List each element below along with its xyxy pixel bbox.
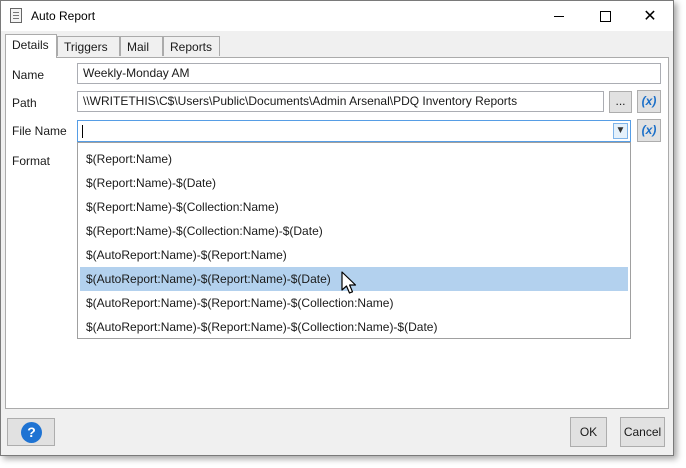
title-bar: Auto Report ✕ [1,1,673,31]
dropdown-option[interactable]: $(AutoReport:Name)-$(Report:Name)-$(Coll… [80,315,628,339]
dropdown-option[interactable]: $(Report:Name)-$(Collection:Name)-$(Date… [80,219,628,243]
cancel-button[interactable]: Cancel [620,417,665,447]
dropdown-option[interactable]: $(Report:Name) [80,147,628,171]
dropdown-option[interactable]: $(Report:Name)-$(Date) [80,171,628,195]
file-name-variable-button[interactable]: (x) [637,119,661,142]
window-title: Auto Report [31,9,96,23]
maximize-icon [599,10,611,22]
minimize-icon [554,15,564,17]
path-variable-button[interactable]: (x) [637,90,661,113]
path-field[interactable]: \\WRITETHIS\C$\Users\Public\Documents\Ad… [77,91,604,112]
name-label: Name [12,68,45,82]
close-icon: ✕ [643,8,657,25]
mouse-pointer-icon [341,271,357,294]
ok-button[interactable]: OK [570,417,607,447]
auto-report-dialog: Auto Report ✕ Details Triggers Mail Repo… [0,0,674,456]
text-caret [82,125,83,138]
help-button[interactable]: ? [7,418,55,446]
tab-triggers[interactable]: Triggers [57,36,120,56]
dialog-footer: ? OK Cancel [1,409,673,455]
chevron-down-icon[interactable]: ▼ [613,123,628,139]
tab-mail[interactable]: Mail [120,36,163,56]
file-name-combo[interactable]: ▼ [77,120,631,142]
dropdown-option[interactable]: $(Report:Name)-$(Collection:Name) [80,195,628,219]
tab-reports[interactable]: Reports [163,36,220,56]
document-icon [10,8,22,23]
dropdown-option[interactable]: $(AutoReport:Name)-$(Report:Name) [80,243,628,267]
tab-details[interactable]: Details [5,34,57,58]
format-label: Format [12,154,51,168]
file-name-label: File Name [12,124,67,138]
path-label: Path [12,96,37,110]
help-icon: ? [21,422,42,443]
browse-button[interactable]: ... [609,91,632,113]
maximize-button[interactable] [582,1,628,31]
file-name-dropdown-list: $(Report:Name) $(Report:Name)-$(Date) $(… [77,142,631,339]
name-field[interactable]: Weekly-Monday AM [77,63,661,84]
minimize-button[interactable] [536,1,582,31]
close-button[interactable]: ✕ [627,1,673,31]
